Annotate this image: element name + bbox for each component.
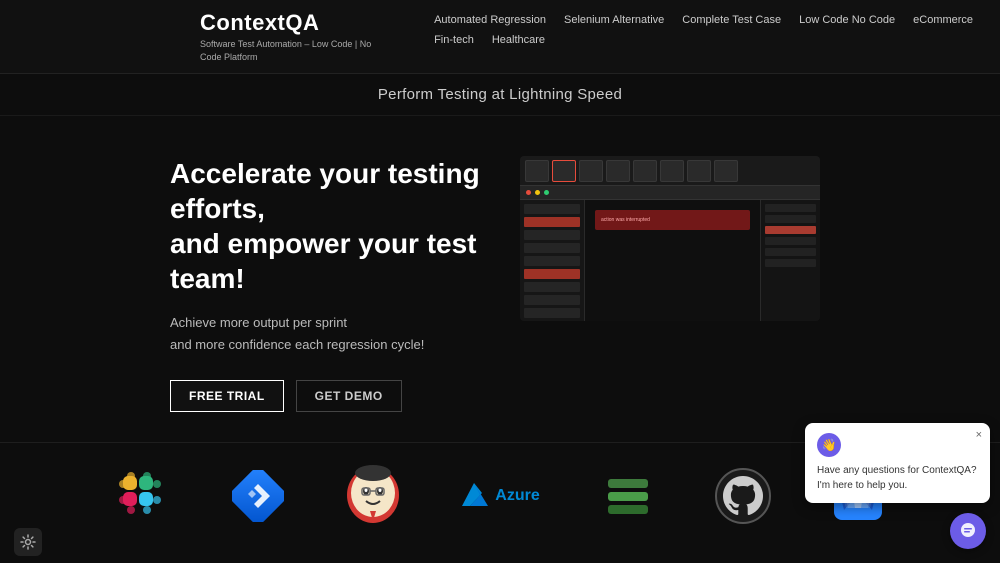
chat-avatar: 👋	[817, 433, 841, 457]
sim-right-panel	[760, 200, 820, 321]
nav-ecommerce[interactable]: eCommerce	[913, 14, 973, 26]
brand-block: ContextQA Software Test Automation – Low…	[200, 10, 384, 63]
sim-content: action was interrupted	[520, 200, 820, 321]
jira-icon	[232, 470, 284, 522]
nav-selenium-alternative[interactable]: Selenium Alternative	[564, 14, 664, 26]
slack-logo	[110, 463, 175, 528]
github-icon	[713, 466, 773, 526]
sim-dot-yellow	[535, 190, 540, 195]
sim-left-panel	[520, 200, 585, 321]
jenkins-logo	[340, 463, 405, 528]
sim-dot-green	[544, 190, 549, 195]
chat-bubble-icon	[959, 522, 977, 540]
sim-thumb-5	[633, 160, 657, 182]
nav-low-code-no-code[interactable]: Low Code No Code	[799, 14, 895, 26]
nav-healthcare[interactable]: Healthcare	[492, 34, 545, 46]
stackify-icon	[603, 471, 653, 521]
sim-thumb-2	[552, 160, 576, 182]
sim-thumb-6	[660, 160, 684, 182]
brand-name[interactable]: ContextQA	[200, 10, 384, 36]
sim-thumb-3	[579, 160, 603, 182]
chat-fab-button[interactable]	[950, 513, 986, 549]
azure-icon	[460, 481, 490, 511]
jira-logo	[225, 463, 290, 528]
settings-button[interactable]	[14, 528, 42, 556]
main-nav: Automated Regression Selenium Alternativ…	[434, 10, 980, 46]
chat-widget[interactable]: × 👋 Have any questions for ContextQA? I'…	[805, 423, 990, 503]
sim-thumb-7	[687, 160, 711, 182]
settings-icon	[20, 534, 36, 550]
nav-fintech[interactable]: Fin-tech	[434, 34, 474, 46]
left-content: Accelerate your testing efforts,and empo…	[170, 156, 480, 412]
chat-close-button[interactable]: ×	[976, 429, 982, 441]
sim-thumb-4	[606, 160, 630, 182]
stackify-logo	[595, 463, 660, 528]
headline: Accelerate your testing efforts,and empo…	[170, 156, 480, 296]
slack-icon	[114, 467, 172, 525]
subtext: Achieve more output per sprint and more …	[170, 312, 480, 356]
sim-main-panel: action was interrupted	[585, 200, 760, 321]
jenkins-icon	[344, 463, 402, 528]
github-logo	[710, 463, 775, 528]
azure-logo: Azure	[455, 463, 545, 528]
sim-thumb-8	[714, 160, 738, 182]
nav-complete-test-case[interactable]: Complete Test Case	[682, 14, 781, 26]
header: ContextQA Software Test Automation – Low…	[0, 0, 1000, 74]
chat-message: Have any questions for ContextQA? I'm he…	[817, 463, 978, 493]
cta-buttons: FREE TRIAL GET DEMO	[170, 380, 480, 412]
azure-text: Azure	[495, 487, 539, 505]
sim-dot-red	[526, 190, 531, 195]
sim-error-box: action was interrupted	[595, 210, 750, 230]
app-screenshot: action was interrupted	[520, 156, 820, 321]
brand-tagline: Software Test Automation – Low Code | No…	[200, 38, 384, 63]
hero-subtitle: Perform Testing at Lightning Speed	[0, 86, 1000, 103]
main-content: Accelerate your testing efforts,and empo…	[0, 116, 1000, 442]
sim-bar	[520, 186, 820, 200]
nav-automated-regression[interactable]: Automated Regression	[434, 14, 546, 26]
free-trial-button[interactable]: FREE TRIAL	[170, 380, 284, 412]
sim-thumb-1	[525, 160, 549, 182]
hero-section: Perform Testing at Lightning Speed	[0, 74, 1000, 116]
sim-thumbnails	[520, 156, 820, 186]
get-demo-button[interactable]: GET DEMO	[296, 380, 402, 412]
